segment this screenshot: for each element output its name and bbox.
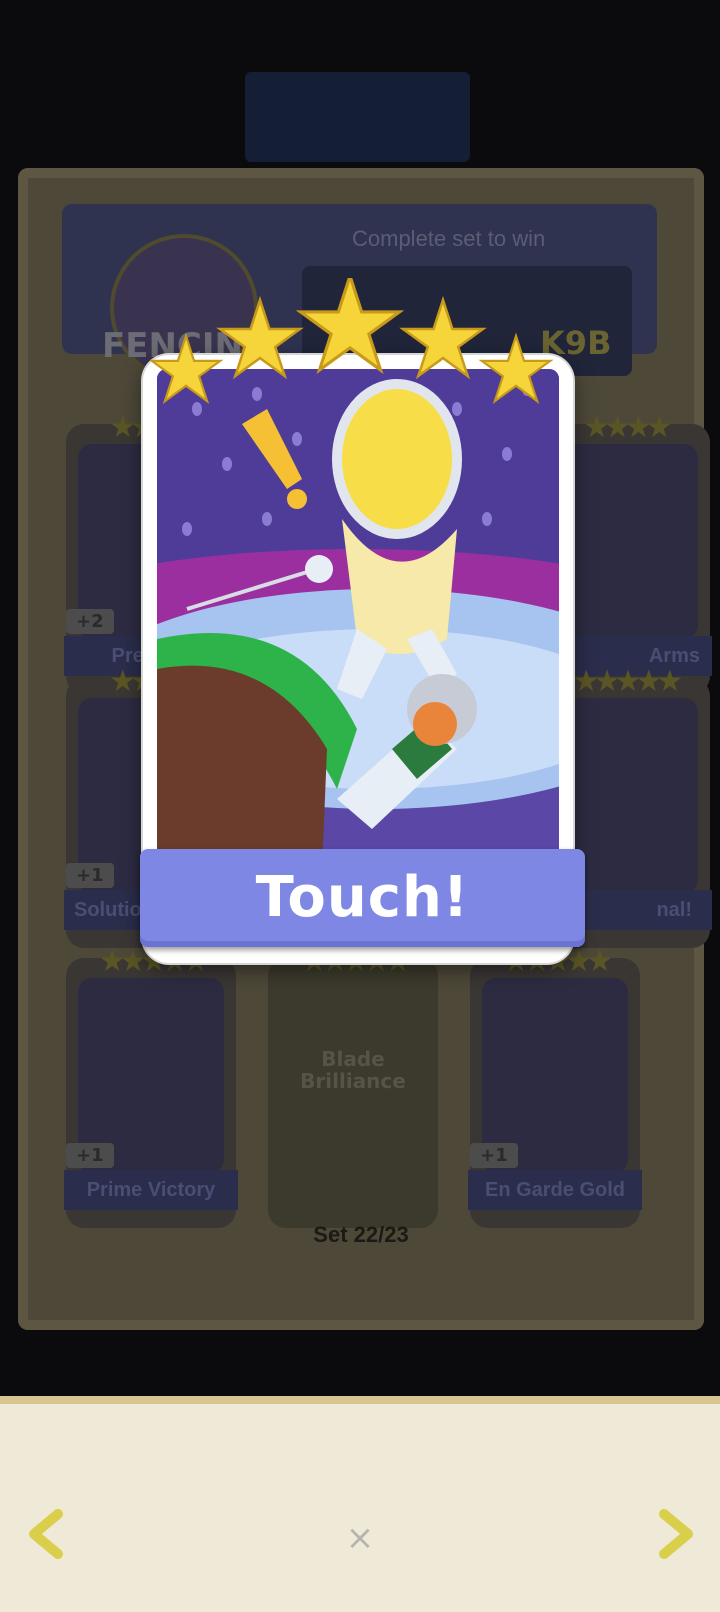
card-name: En Garde Gold bbox=[468, 1170, 642, 1210]
duplicate-badge: +1 bbox=[66, 863, 114, 888]
star-icon bbox=[152, 336, 220, 401]
set-progress: Set 22/23 bbox=[313, 1222, 409, 1247]
chevron-right-icon[interactable] bbox=[652, 1504, 702, 1564]
card-name: Prime Victory bbox=[64, 1170, 238, 1210]
card-viewer-controls: × bbox=[0, 1404, 720, 1612]
star-icon bbox=[403, 300, 483, 376]
chevron-left-icon[interactable] bbox=[20, 1504, 70, 1564]
missing-card-name: Blade Brilliance bbox=[300, 1047, 406, 1093]
divider bbox=[0, 1396, 720, 1404]
duplicate-badge: +1 bbox=[470, 1143, 518, 1168]
album-card[interactable]: ★★★★★ +1 Prime Victory bbox=[64, 944, 238, 1228]
fencer-illustration bbox=[157, 369, 559, 869]
duplicate-badge: +2 bbox=[66, 609, 114, 634]
star-icon bbox=[482, 336, 550, 401]
close-button[interactable]: × bbox=[338, 1516, 382, 1560]
card-title: Touch! bbox=[140, 849, 585, 947]
card-illustration bbox=[157, 369, 559, 869]
duplicate-badge: +1 bbox=[66, 1143, 114, 1168]
complete-set-text: Complete set to win bbox=[352, 226, 546, 251]
card-rating-stars bbox=[150, 278, 570, 418]
card-art bbox=[552, 444, 698, 639]
missing-card[interactable]: ★★★★★ Blade Brilliance bbox=[268, 944, 438, 1228]
star-icon bbox=[220, 300, 300, 376]
album-card[interactable]: ★★★★★ +1 En Garde Gold bbox=[468, 944, 642, 1228]
star-icon bbox=[301, 278, 400, 370]
background-banner bbox=[245, 72, 470, 162]
